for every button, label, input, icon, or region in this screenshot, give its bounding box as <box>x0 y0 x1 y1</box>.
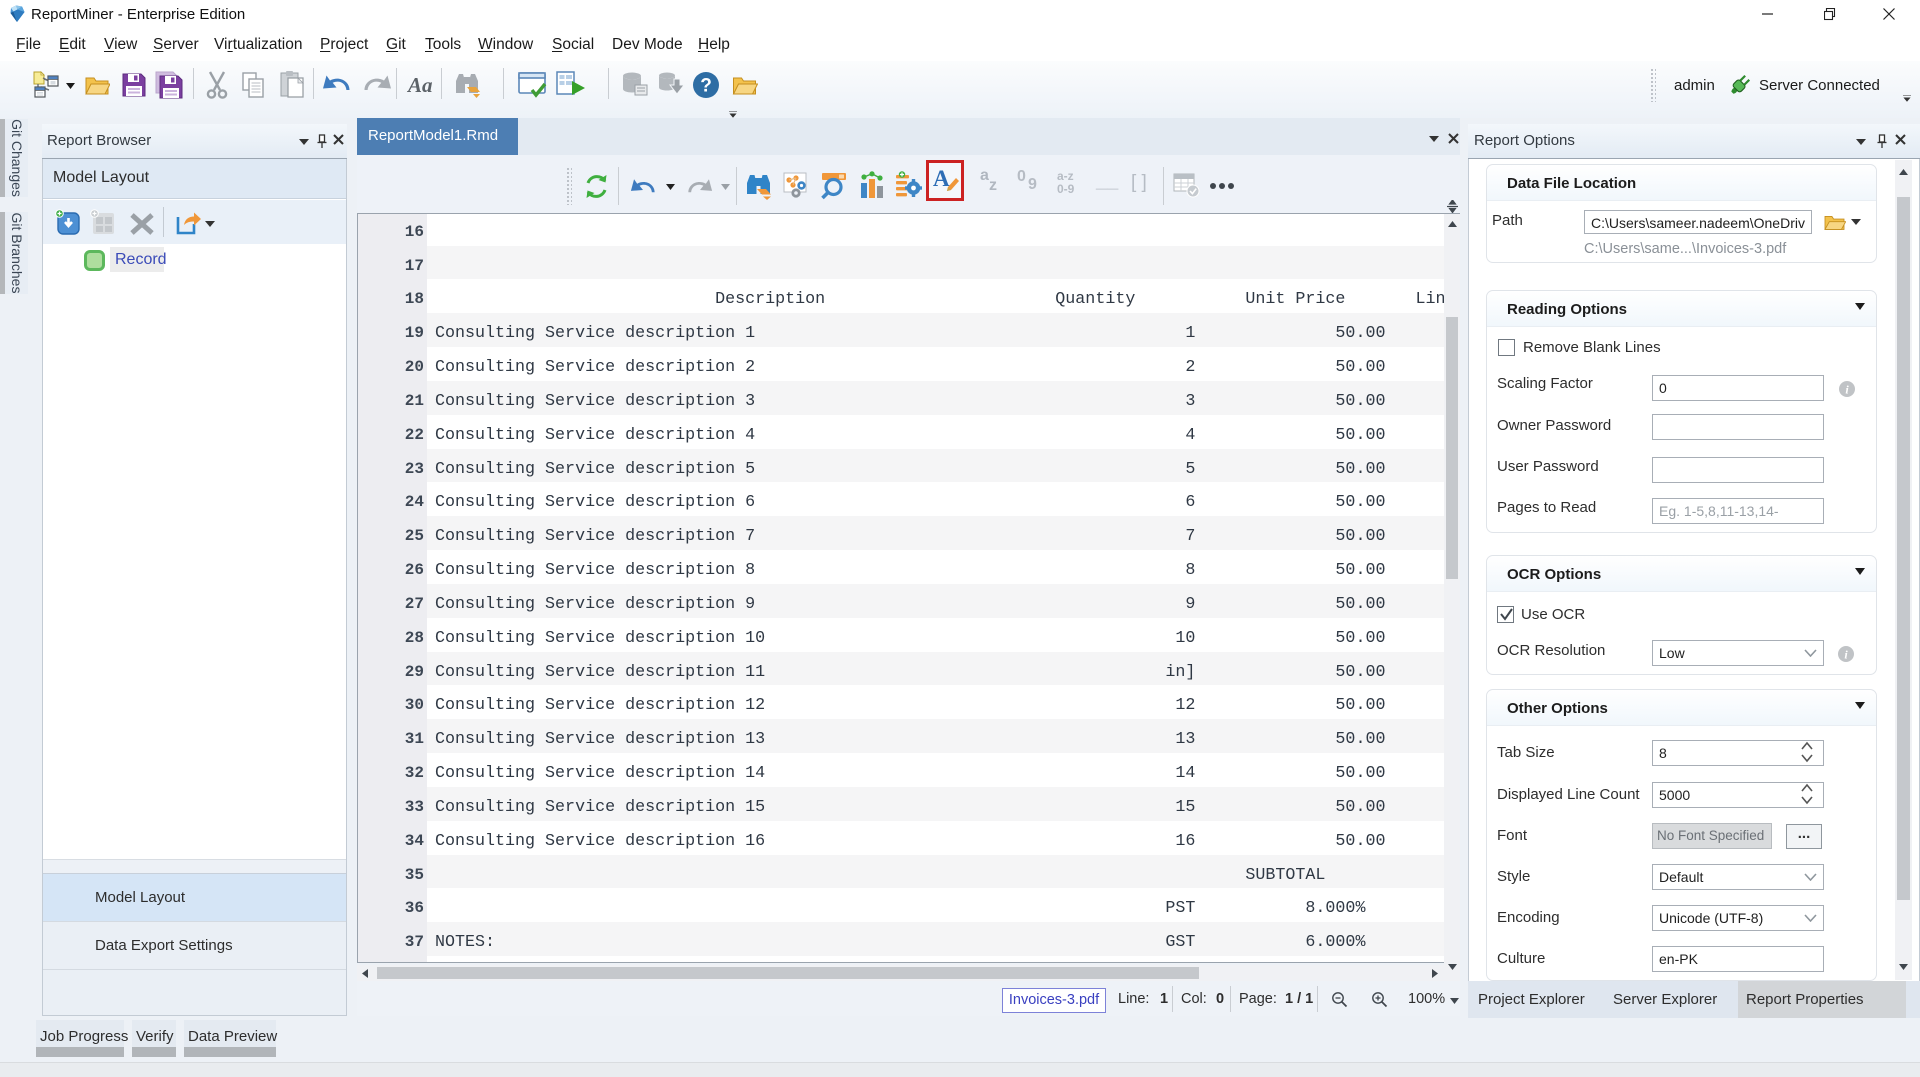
svg-text:?: ? <box>700 76 712 97</box>
